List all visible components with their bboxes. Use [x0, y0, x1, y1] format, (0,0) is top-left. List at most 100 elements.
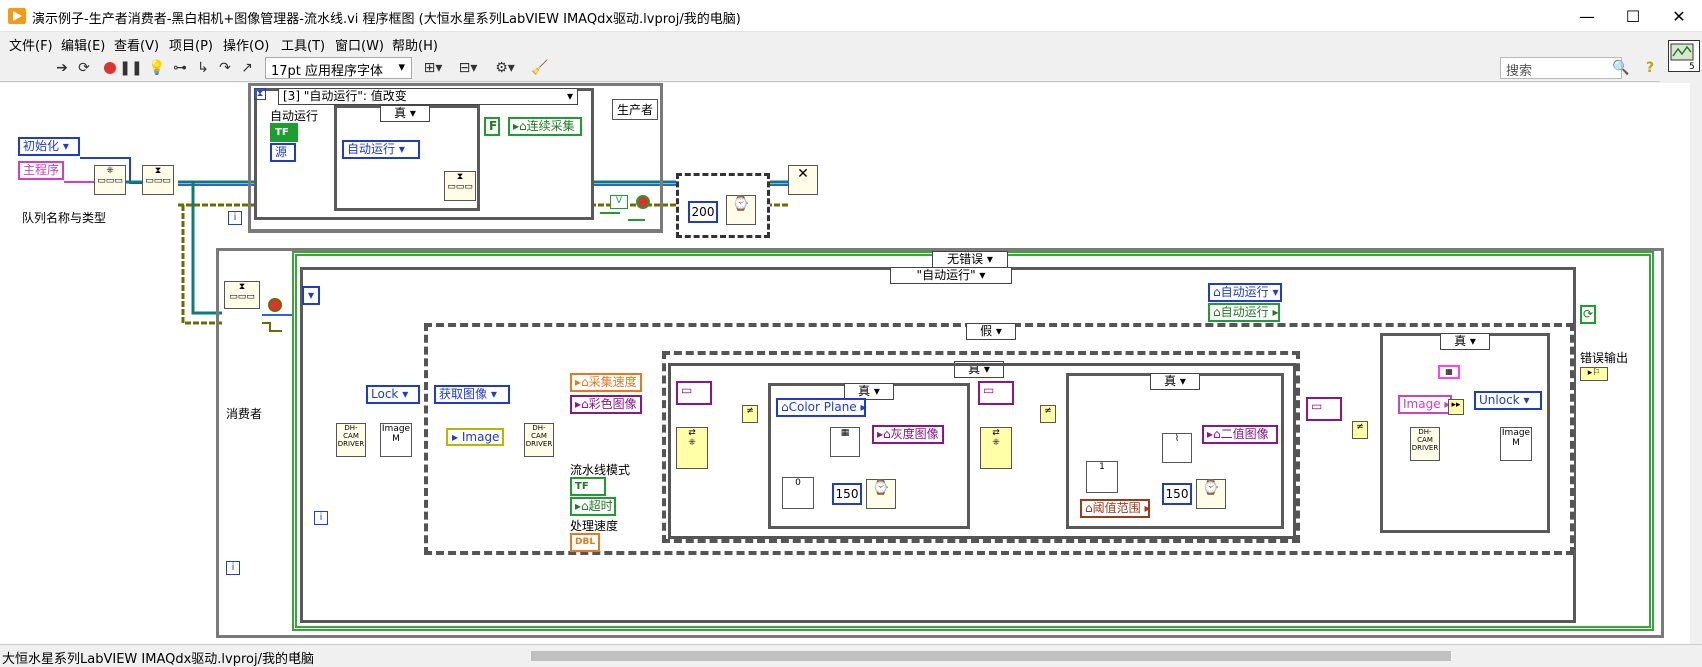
- menu-project[interactable]: 项目(P): [169, 35, 213, 54]
- not-equal-b[interactable]: ≠: [1040, 405, 1056, 423]
- auto-run-local-read[interactable]: ⌂自动运行 ▾: [1208, 283, 1282, 302]
- vi-icon[interactable]: 5: [1668, 40, 1700, 72]
- case-selector-terminal[interactable]: ▾: [302, 286, 320, 305]
- false-case-selector[interactable]: 假 ▾: [966, 323, 1016, 340]
- event-selector[interactable]: [3] "自动运行": 值改变 ▾: [278, 88, 578, 105]
- minimize-button[interactable]: —: [1564, 0, 1610, 32]
- capture-speed-local[interactable]: ▸⌂采集速度: [570, 373, 642, 392]
- binary-image-local[interactable]: ▸⌂二值图像: [1202, 425, 1278, 444]
- release-queue-node[interactable]: ✕: [788, 165, 818, 195]
- dbl-indicator[interactable]: DBL: [570, 533, 600, 552]
- enqueue-element-node[interactable]: ⧗ ▭▭▭: [142, 165, 174, 195]
- obtain-queue-node[interactable]: ⁜ ▭▭▭: [94, 165, 126, 195]
- unlock-enum-constant[interactable]: Unlock ▾: [1474, 391, 1542, 410]
- timeout-local[interactable]: ▸⌂超时: [570, 497, 616, 516]
- get-image-enum-constant[interactable]: 获取图像 ▾: [434, 385, 510, 404]
- driver-node-b[interactable]: DH-CAM DRIVER: [524, 423, 554, 457]
- loop-continue-icon[interactable]: ⟳: [1580, 305, 1596, 324]
- tf-indicator[interactable]: TF: [270, 123, 298, 142]
- not-equal-c[interactable]: ≠: [1352, 421, 1368, 439]
- menu-window[interactable]: 窗口(W): [335, 35, 384, 54]
- auto-run-case-selector[interactable]: "自动运行" ▾: [890, 267, 1012, 284]
- image-local-variable[interactable]: ▸ Image: [446, 428, 504, 446]
- threshold-case-selector[interactable]: 真 ▾: [1150, 373, 1200, 390]
- abort-icon[interactable]: [100, 58, 120, 78]
- image-const-b[interactable]: ▭: [978, 381, 1014, 405]
- wait-ms-icon[interactable]: ⌚: [726, 195, 756, 225]
- run-arrow-icon[interactable]: ➔: [52, 58, 72, 78]
- run-continuously-icon[interactable]: ⟳: [74, 58, 94, 78]
- shift-register-a[interactable]: ⇄ ⁜: [676, 427, 708, 469]
- or-function[interactable]: V: [610, 195, 628, 209]
- consumer-stop-icon[interactable]: [268, 298, 282, 312]
- driver-node-c[interactable]: DH-CAM DRIVER: [1410, 427, 1440, 461]
- stop-terminal-icon[interactable]: [636, 195, 650, 209]
- menu-file[interactable]: 文件(F): [9, 35, 53, 54]
- source-node[interactable]: 源: [270, 143, 296, 162]
- retain-wire-values-icon[interactable]: ⊶: [170, 58, 190, 78]
- main-program-string-constant[interactable]: 主程序: [18, 161, 64, 180]
- unlock-case-selector[interactable]: 真 ▾: [1440, 333, 1490, 350]
- help-icon[interactable]: ?: [1640, 58, 1660, 78]
- wait-200-constant[interactable]: 200: [688, 201, 718, 223]
- dequeue-element-node[interactable]: ⧗ ▭▭▭: [224, 281, 260, 309]
- lock-enum-constant[interactable]: Lock ▾: [366, 385, 420, 404]
- image-manager-unlock-node[interactable]: Image M: [1500, 427, 1532, 461]
- continuous-capture-local[interactable]: ▸⌂连续采集: [508, 117, 582, 136]
- image-out-local[interactable]: Image ▸: [1398, 395, 1452, 414]
- image-manager-lock-node[interactable]: Image M: [380, 423, 412, 457]
- wait-ms-b-icon[interactable]: ⌚: [1196, 479, 1226, 509]
- menu-operate[interactable]: 操作(O): [223, 35, 269, 54]
- display-index-0-node[interactable]: 0: [782, 477, 814, 509]
- select-node[interactable]: ▸▸: [1448, 399, 1464, 415]
- highlight-execution-icon[interactable]: 💡: [147, 58, 167, 78]
- distribute-objects-icon[interactable]: ⊟▾: [455, 58, 481, 78]
- threshold-range-local[interactable]: ⌂阈值范围 ▸: [1080, 499, 1150, 518]
- wait-150-b-constant[interactable]: 150: [1162, 483, 1192, 505]
- wait-150-a-constant[interactable]: 150: [832, 483, 862, 505]
- font-select[interactable]: 17pt 应用程序字体 ▾: [265, 57, 412, 79]
- threshold-node[interactable]: ⌇: [1162, 433, 1192, 463]
- display-index-1-node[interactable]: 1: [1086, 461, 1118, 493]
- init-enum-constant[interactable]: 初始化 ▾: [18, 137, 80, 156]
- pause-icon[interactable]: ❚❚: [119, 58, 142, 78]
- scroll-left-icon[interactable]: ‹: [296, 647, 301, 661]
- gray-image-local[interactable]: ▸⌂灰度图像: [872, 425, 944, 444]
- error-out-indicator[interactable]: ▸⚐: [1580, 367, 1608, 381]
- menu-edit[interactable]: 编辑(E): [61, 35, 105, 54]
- menu-view[interactable]: 查看(V): [114, 35, 159, 54]
- pipeline-mode-tf[interactable]: TF: [570, 477, 606, 496]
- auto-run-enum-constant[interactable]: 自动运行 ▾: [342, 140, 420, 159]
- clean-up-diagram-icon[interactable]: 🧹: [528, 58, 552, 78]
- search-icon[interactable]: 🔍: [1611, 58, 1631, 78]
- search-input[interactable]: 搜索: [1500, 57, 1622, 79]
- maximize-button[interactable]: ☐: [1610, 0, 1656, 32]
- error-case-selector[interactable]: 无错误 ▾: [932, 251, 1008, 268]
- color-image-local[interactable]: ▸⌂彩色图像: [570, 395, 642, 414]
- auto-run-local-write[interactable]: ⌂自动运行 ▸: [1208, 303, 1280, 322]
- false-constant[interactable]: F: [484, 117, 500, 136]
- block-diagram-canvas[interactable]: 初始化 ▾ 主程序 ⁜ ▭▭▭ ⧗ ▭▭▭ 队列名称与类型 生产者 [3] "自动运…: [0, 83, 1690, 644]
- extract-color-plane-node[interactable]: ▦: [830, 427, 860, 457]
- not-equal-a[interactable]: ≠: [742, 405, 758, 423]
- reorder-icon[interactable]: ⚙▾: [492, 58, 518, 78]
- image-property-node[interactable]: ▦: [1438, 365, 1460, 379]
- horizontal-scrollbar-thumb[interactable]: [531, 651, 1451, 661]
- align-objects-icon[interactable]: ⊞▾: [420, 58, 446, 78]
- producer-case-selector[interactable]: 真 ▾: [380, 105, 430, 122]
- shift-register-b[interactable]: ⇄ ⁜: [980, 427, 1012, 469]
- image-const-c[interactable]: ▭: [1306, 397, 1342, 421]
- wait-ms-a-icon[interactable]: ⌚: [866, 479, 896, 509]
- menu-tools[interactable]: 工具(T): [281, 35, 325, 54]
- driver-node-a[interactable]: DH-CAM DRIVER: [336, 423, 366, 457]
- title-bar: 演示例子-生产者消费者-黑白相机+图像管理器-流水线.vi 程序框图 (大恒水星…: [0, 0, 1702, 32]
- step-into-icon[interactable]: ↳: [193, 58, 213, 78]
- image-const-a[interactable]: ▭: [676, 381, 712, 405]
- color-plane-constant[interactable]: ⌂Color Plane ▸: [776, 398, 867, 417]
- menu-help[interactable]: 帮助(H): [392, 35, 438, 54]
- step-out-icon[interactable]: ↗: [237, 58, 257, 78]
- step-over-icon[interactable]: ↷: [215, 58, 235, 78]
- close-button[interactable]: ✕: [1656, 0, 1702, 32]
- vertical-scrollbar[interactable]: [1690, 83, 1702, 644]
- enqueue-node-producer[interactable]: ⧗ ▭▭▭: [444, 171, 476, 201]
